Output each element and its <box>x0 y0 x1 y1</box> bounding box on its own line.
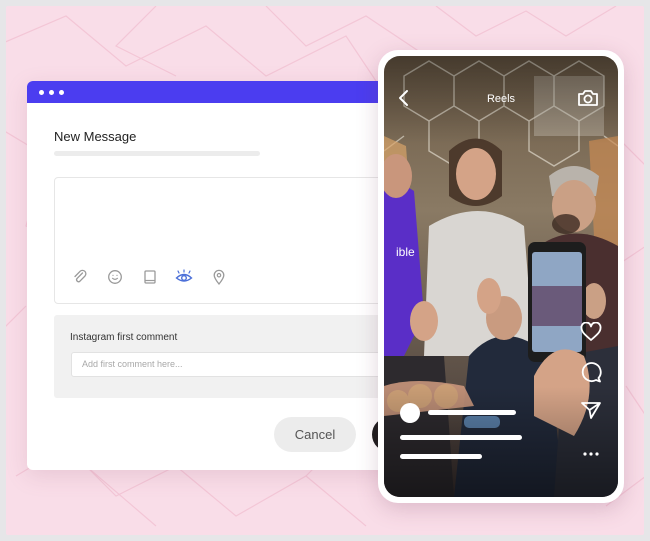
background-canvas: New Message Instagram first comment Add … <box>6 6 644 535</box>
caption-placeholder-line-2 <box>400 435 522 440</box>
emoji-icon[interactable] <box>106 268 124 286</box>
comment-icon[interactable] <box>580 361 602 383</box>
cancel-button[interactable]: Cancel <box>274 417 356 452</box>
location-pin-icon[interactable] <box>210 268 228 286</box>
window-dot-2 <box>49 89 54 95</box>
book-icon[interactable] <box>141 268 159 286</box>
eye-icon[interactable] <box>175 268 193 286</box>
caption-placeholder-line-1 <box>428 410 516 415</box>
avatar[interactable] <box>400 403 420 423</box>
window-titlebar <box>27 81 397 103</box>
window-dot-1 <box>39 89 44 95</box>
first-comment-panel: Instagram first comment Add first commen… <box>54 315 397 398</box>
share-icon[interactable] <box>580 400 602 420</box>
title-placeholder-bar <box>54 151 260 156</box>
camera-icon[interactable] <box>577 89 599 107</box>
reels-screen: ible <box>384 56 618 497</box>
message-editor[interactable] <box>54 177 397 304</box>
composer-title: New Message <box>54 129 137 144</box>
paperclip-icon[interactable] <box>71 268 89 286</box>
message-composer: New Message Instagram first comment Add … <box>27 81 397 470</box>
caption-placeholder-line-3 <box>400 454 482 459</box>
reels-video-frame: ible <box>384 56 618 497</box>
heart-icon[interactable] <box>580 321 602 342</box>
window-dot-3 <box>59 89 64 95</box>
first-comment-input[interactable]: Add first comment here... <box>71 352 397 377</box>
more-icon[interactable] <box>582 444 600 456</box>
first-comment-label: Instagram first comment <box>70 332 178 343</box>
phone-mockup: ible <box>378 50 624 503</box>
